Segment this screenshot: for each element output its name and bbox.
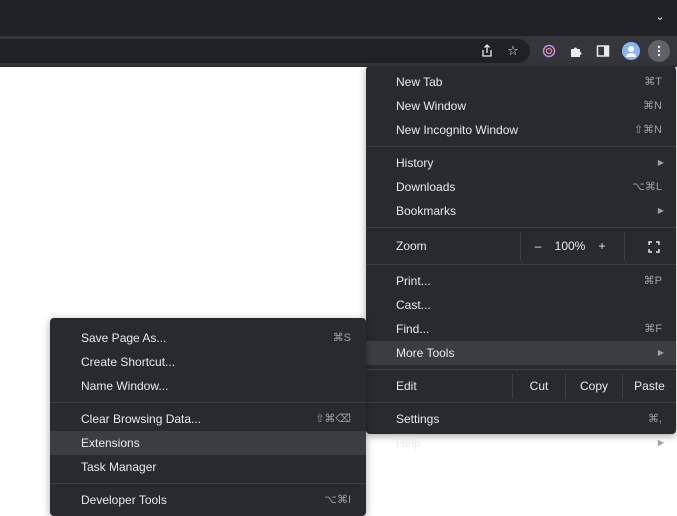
submenu-item-extensions[interactable]: Extensions <box>50 431 366 455</box>
menu-item-label: Edit <box>396 379 417 393</box>
zoom-level: 100% <box>554 239 586 253</box>
cut-button[interactable]: Cut <box>513 374 565 398</box>
menu-divider <box>366 402 676 403</box>
title-bar: ⌄ <box>0 0 677 36</box>
submenu-item-create-shortcut[interactable]: Create Shortcut... <box>50 350 366 374</box>
kebab-menu-icon[interactable] <box>648 40 670 62</box>
menu-item-edit: Edit Cut Copy Paste <box>366 374 676 398</box>
menu-shortcut: ⌘F <box>644 323 662 335</box>
menu-item-label: New Incognito Window <box>396 123 519 137</box>
menu-item-print[interactable]: Print... ⌘P <box>366 269 676 293</box>
menu-divider <box>50 483 366 484</box>
submenu-item-save-page-as[interactable]: Save Page As... ⌘S <box>50 326 366 350</box>
menu-item-label: Task Manager <box>81 460 157 474</box>
menu-item-new-window[interactable]: New Window ⌘N <box>366 94 676 118</box>
zoom-out-button[interactable]: – <box>526 232 550 260</box>
menu-shortcut: ⌘T <box>644 76 662 88</box>
star-icon[interactable]: ☆ <box>502 40 524 62</box>
more-tools-submenu: Save Page As... ⌘S Create Shortcut... Na… <box>50 318 366 516</box>
submenu-arrow-icon: ▶ <box>657 438 664 447</box>
share-icon[interactable] <box>476 40 498 62</box>
menu-item-label: Find... <box>396 322 430 336</box>
address-bar[interactable] <box>0 39 530 63</box>
menu-shortcut: ⌘P <box>643 275 662 287</box>
submenu-item-clear-browsing-data[interactable]: Clear Browsing Data... ⇧⌘⌫ <box>50 407 366 431</box>
menu-shortcut: ⌥⌘I <box>324 494 351 506</box>
zoom-divider <box>520 232 521 260</box>
zoom-divider <box>624 232 625 260</box>
menu-item-label: More Tools <box>396 346 455 360</box>
menu-item-label: Extensions <box>81 436 140 450</box>
profile-avatar-icon[interactable] <box>622 42 640 60</box>
menu-item-bookmarks[interactable]: Bookmarks ▶ <box>366 199 676 223</box>
menu-item-label: Settings <box>396 412 440 426</box>
menu-item-label: Cast... <box>396 298 431 312</box>
menu-item-zoom: Zoom – 100% + <box>366 232 676 260</box>
menu-item-label: Clear Browsing Data... <box>81 412 202 426</box>
menu-divider <box>366 146 676 147</box>
menu-item-history[interactable]: History ▶ <box>366 151 676 175</box>
fullscreen-icon[interactable] <box>648 232 660 260</box>
menu-divider <box>366 227 676 228</box>
submenu-item-name-window[interactable]: Name Window... <box>50 374 366 398</box>
menu-item-label: Developer Tools <box>81 493 167 507</box>
menu-item-label: Help <box>396 436 421 450</box>
menu-item-label: Bookmarks <box>396 204 457 218</box>
menu-item-find[interactable]: Find... ⌘F <box>366 317 676 341</box>
submenu-arrow-icon: ▶ <box>657 348 664 357</box>
browser-toolbar: ☆ <box>0 36 677 67</box>
menu-item-downloads[interactable]: Downloads ⌥⌘L <box>366 175 676 199</box>
menu-shortcut: ⇧⌘N <box>633 124 662 136</box>
menu-item-cast[interactable]: Cast... <box>366 293 676 317</box>
menu-divider <box>50 402 366 403</box>
menu-shortcut: ⇧⌘⌫ <box>315 413 351 425</box>
chevron-down-icon[interactable]: ⌄ <box>653 10 667 24</box>
menu-item-help[interactable]: Help ▶ <box>366 431 676 455</box>
menu-item-label: History <box>396 156 434 170</box>
menu-item-new-incognito-window[interactable]: New Incognito Window ⇧⌘N <box>366 118 676 142</box>
copy-button[interactable]: Copy <box>566 374 622 398</box>
menu-divider <box>366 264 676 265</box>
submenu-item-task-manager[interactable]: Task Manager <box>50 455 366 479</box>
menu-item-more-tools[interactable]: More Tools ▶ <box>366 341 676 365</box>
menu-item-label: Downloads <box>396 180 456 194</box>
submenu-item-developer-tools[interactable]: Developer Tools ⌥⌘I <box>50 488 366 512</box>
menu-divider <box>366 369 676 370</box>
menu-item-label: New Window <box>396 99 467 113</box>
side-panel-icon[interactable] <box>592 40 614 62</box>
zoom-in-button[interactable]: + <box>590 232 614 260</box>
menu-item-new-tab[interactable]: New Tab ⌘T <box>366 70 676 94</box>
menu-item-label: Name Window... <box>81 379 169 393</box>
paste-button[interactable]: Paste <box>623 374 676 398</box>
submenu-arrow-icon: ▶ <box>657 206 664 215</box>
extension-spiral-icon[interactable] <box>538 40 560 62</box>
menu-item-label: Print... <box>396 274 431 288</box>
menu-item-label: Zoom <box>396 239 427 253</box>
menu-shortcut: ⌘, <box>647 413 662 425</box>
menu-shortcut: ⌘S <box>332 332 351 344</box>
menu-item-label: New Tab <box>396 75 443 89</box>
browser-main-menu: New Tab ⌘T New Window ⌘N New Incognito W… <box>366 66 676 450</box>
submenu-arrow-icon: ▶ <box>657 158 664 167</box>
menu-item-label: Create Shortcut... <box>81 355 176 369</box>
puzzle-icon[interactable] <box>565 40 587 62</box>
menu-item-label: Save Page As... <box>81 331 167 345</box>
menu-shortcut: ⌥⌘L <box>632 181 662 193</box>
menu-item-settings[interactable]: Settings ⌘, <box>366 407 676 431</box>
menu-shortcut: ⌘N <box>643 100 662 112</box>
